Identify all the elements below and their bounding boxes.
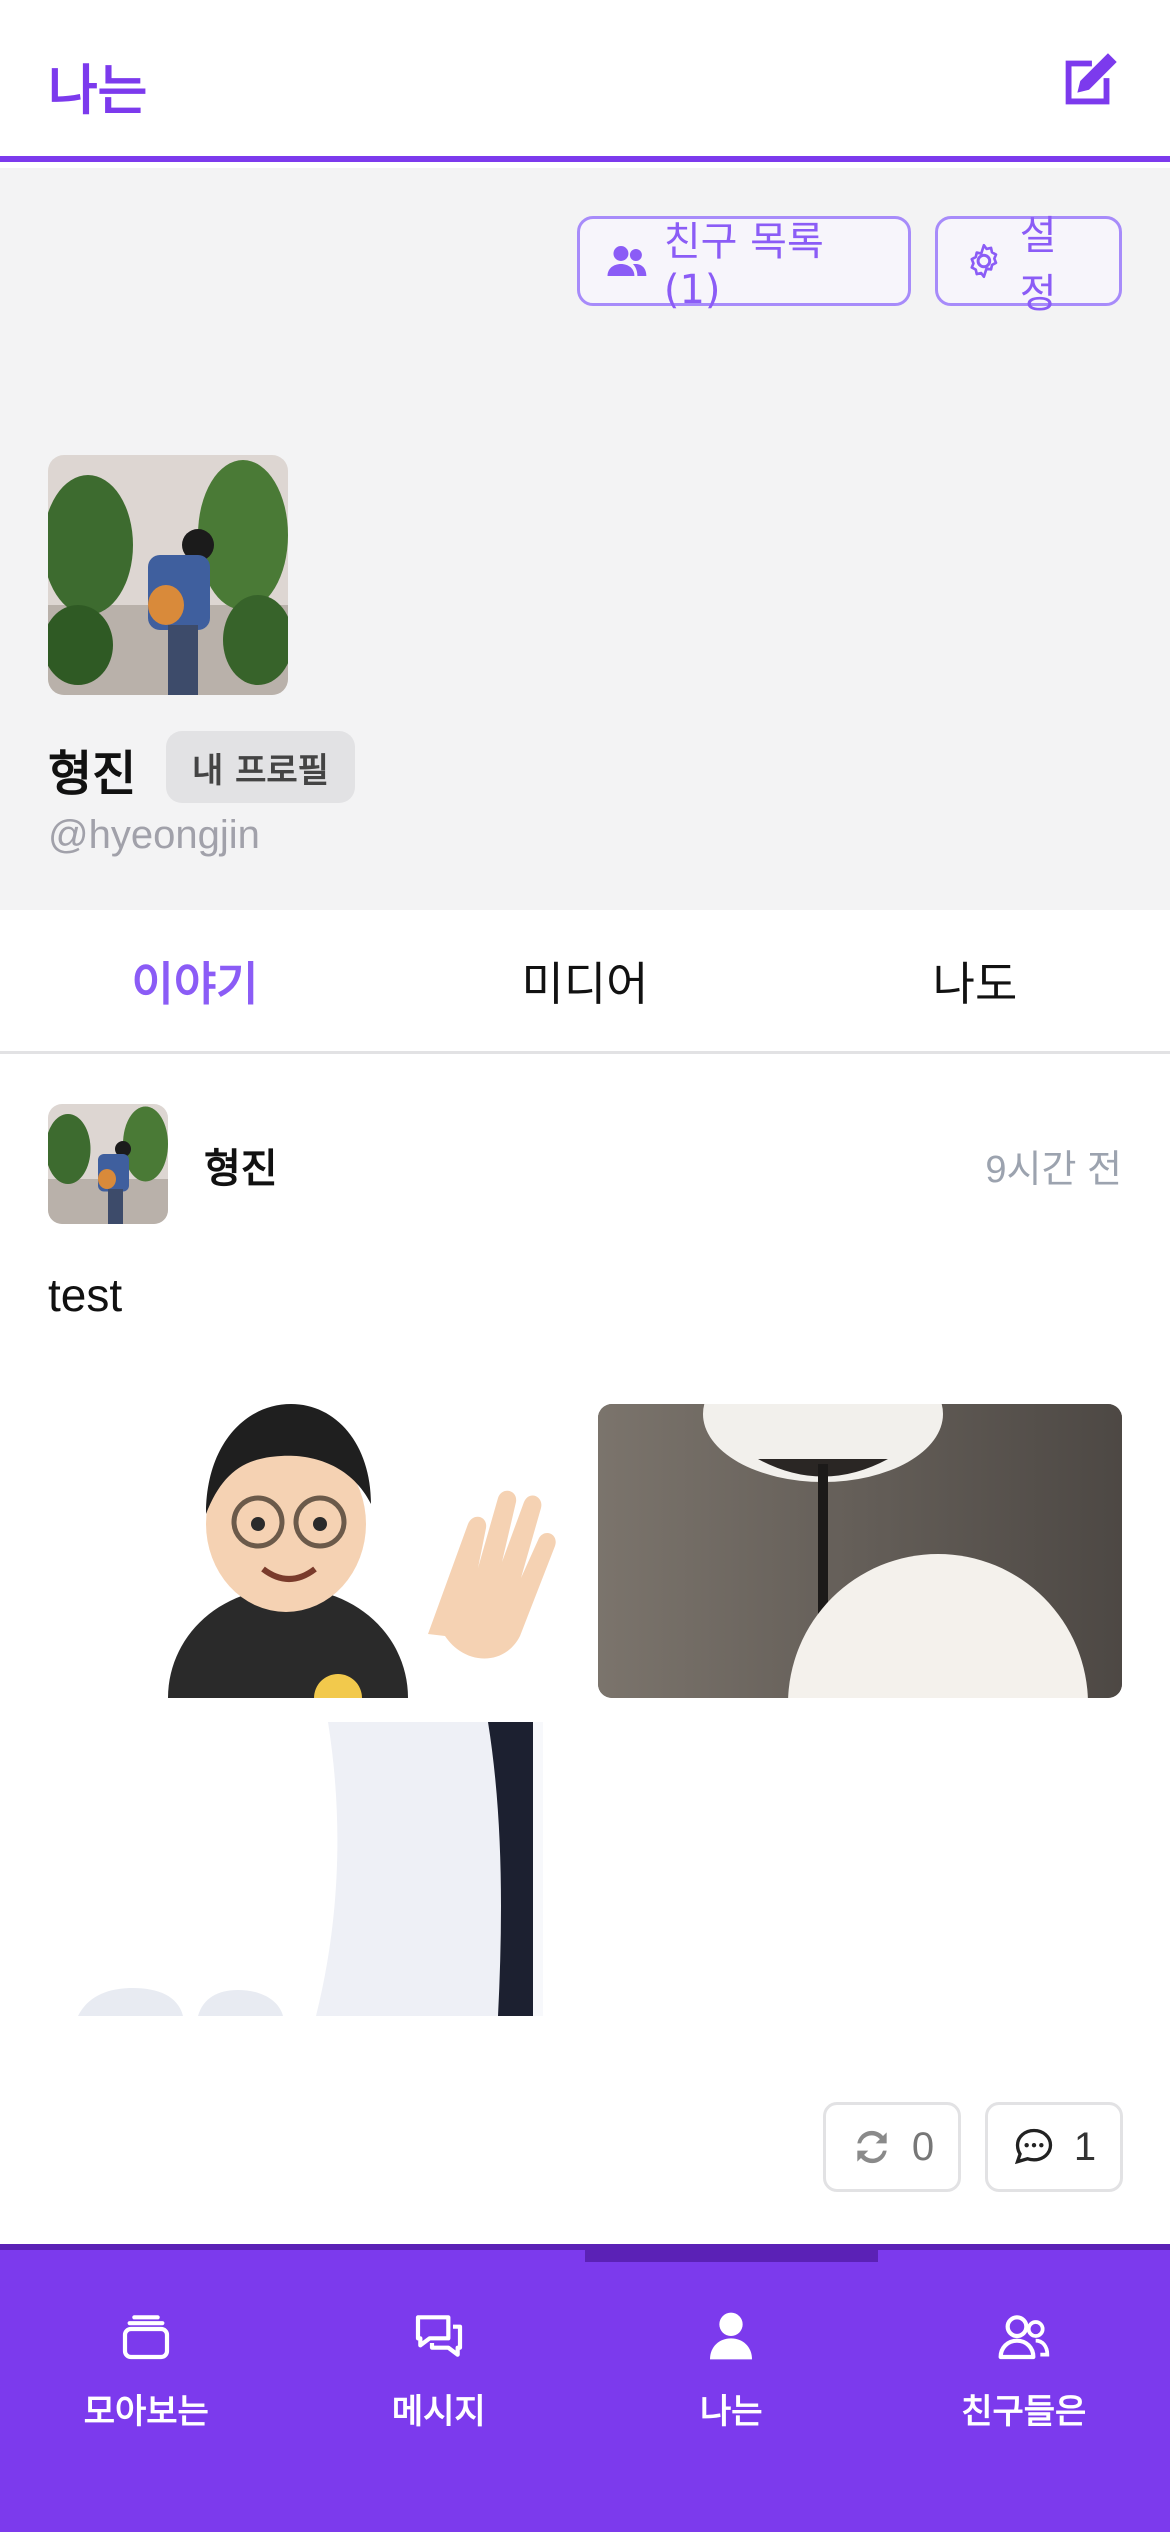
tab-media[interactable]: 미디어 [390,910,780,1051]
friends-list-button[interactable]: 친구 목록 (1) [577,216,911,313]
active-tab-indicator [585,2250,878,2262]
nav-item-friends[interactable]: 친구들은 [878,2250,1170,2532]
gear-icon [970,243,998,279]
tab-me-too[interactable]: 나도 [780,910,1170,1051]
person-icon [710,2312,753,2360]
post-media-lamp[interactable] [598,1404,1122,1698]
users-icon [607,246,647,276]
friends-list-label: 친구 목록 (1) [663,219,824,313]
page-title: 나는 [48,59,148,122]
cards-icon [123,2315,170,2360]
nav-label-me: 나는 [699,2392,763,2432]
profile-section: 친구 목록 (1) 설정 형진 내 프로필 @hyeongjin [0,168,1170,910]
app-header: 나는 [0,0,1170,162]
repost-icon [857,2130,887,2164]
tab-stories[interactable]: 이야기 [0,910,390,1051]
nav-item-feed[interactable]: 모아보는 [0,2250,293,2532]
post-text: test [48,1269,123,1321]
comment-count: 1 [1073,2124,1097,2169]
repost-count: 0 [911,2124,935,2169]
profile-handle: @hyeongjin [48,813,260,857]
post-timestamp: 9시간 전 [985,1149,1122,1191]
comment-button[interactable]: 1 [985,2102,1123,2192]
repost-button[interactable]: 0 [823,2102,961,2192]
nav-label-feed: 모아보는 [83,2392,209,2432]
my-profile-badge: 내 프로필 [166,731,355,803]
profile-tabs: 이야기 미디어 나도 [0,910,1170,1054]
users-icon [998,2315,1049,2360]
settings-button[interactable]: 설정 [935,213,1122,317]
nav-label-messages: 메시지 [391,2392,486,2432]
nav-label-friends: 친구들은 [961,2392,1087,2432]
compose-icon[interactable] [1054,46,1124,116]
post-media-memoji[interactable] [48,1404,572,1698]
nav-item-messages[interactable]: 메시지 [293,2250,586,2532]
bottom-nav: 모아보는 메시지 나는 친구들은 [0,2244,1170,2532]
nav-item-me[interactable]: 나는 [585,2250,878,2532]
post-avatar[interactable] [48,1104,168,1224]
settings-label: 설정 [1019,213,1057,317]
comment-icon [1014,2128,1053,2165]
post-author[interactable]: 형진 [204,1136,278,1194]
post-media-console[interactable] [48,1722,572,2016]
profile-name: 형진 [48,746,137,802]
avatar[interactable] [48,455,288,695]
chat-bubbles-icon [415,2315,462,2357]
